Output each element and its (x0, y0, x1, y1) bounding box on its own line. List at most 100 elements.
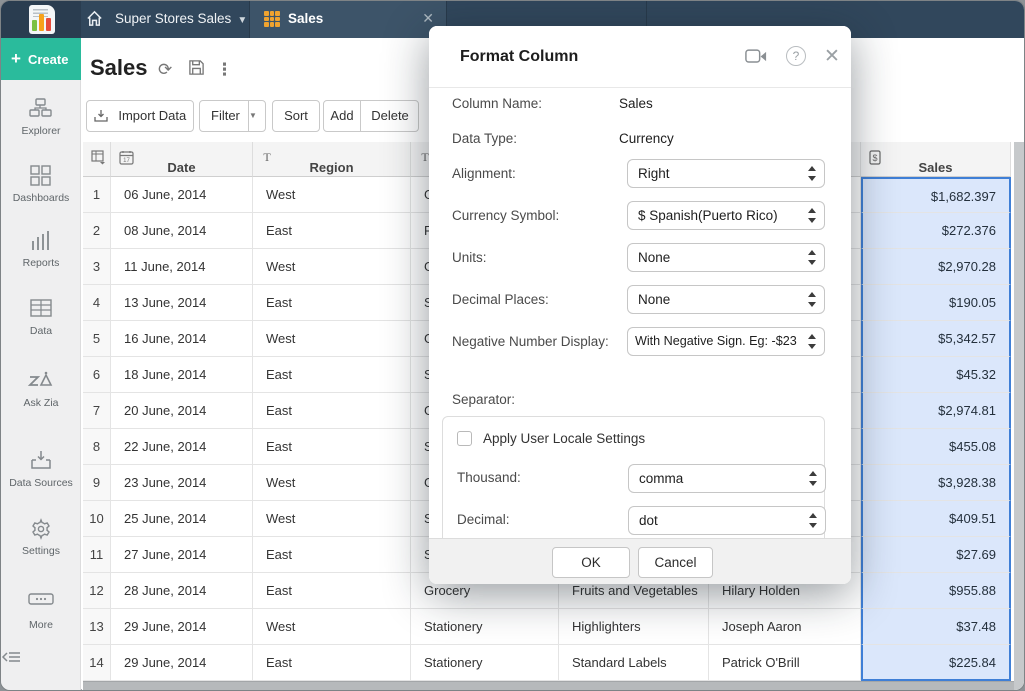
table-cell-region[interactable]: West (253, 177, 411, 213)
row-number[interactable]: 3 (83, 249, 111, 285)
help-icon[interactable]: ? (786, 46, 806, 66)
row-number[interactable]: 8 (83, 429, 111, 465)
table-cell-sales[interactable]: $3,928.38 (861, 465, 1011, 501)
table-cell-date[interactable]: 23 June, 2014 (111, 465, 253, 501)
save-icon[interactable] (188, 59, 205, 76)
thousand-select[interactable]: comma (628, 464, 826, 493)
table-cell-date[interactable]: 16 June, 2014 (111, 321, 253, 357)
row-number[interactable]: 13 (83, 609, 111, 645)
sidebar-item-more[interactable]: More (1, 591, 81, 631)
row-number[interactable]: 7 (83, 393, 111, 429)
table-cell-date[interactable]: 18 June, 2014 (111, 357, 253, 393)
table-cell-sales[interactable]: $2,974.81 (861, 393, 1011, 429)
app-logo[interactable] (1, 1, 81, 38)
table-cell-region[interactable]: East (253, 537, 411, 573)
table-cell-sales[interactable]: $2,970.28 (861, 249, 1011, 285)
table-cell-sales[interactable]: $27.69 (861, 537, 1011, 573)
table-cell-sales[interactable]: $190.05 (861, 285, 1011, 321)
close-icon[interactable]: ✕ (824, 45, 840, 68)
table-cell-date[interactable]: 20 June, 2014 (111, 393, 253, 429)
table-cell-region[interactable]: East (253, 573, 411, 609)
sidebar-item-ask-zia[interactable]: Ask Zia (1, 369, 81, 409)
table-cell-sales[interactable]: $455.08 (861, 429, 1011, 465)
table-cell-sales[interactable]: $45.32 (861, 357, 1011, 393)
table-cell-date[interactable]: 11 June, 2014 (111, 249, 253, 285)
table-cell-date[interactable]: 29 June, 2014 (111, 609, 253, 645)
table-cell-customer[interactable]: Patrick O'Brill (709, 645, 861, 681)
table-cell-product[interactable]: Standard Labels (559, 645, 709, 681)
video-help-icon[interactable] (745, 49, 767, 64)
sort-button[interactable]: Sort (272, 100, 320, 132)
table-cell-category[interactable]: Stationery (411, 609, 559, 645)
home-icon[interactable] (85, 9, 104, 28)
table-cell-date[interactable]: 22 June, 2014 (111, 429, 253, 465)
row-number[interactable]: 10 (83, 501, 111, 537)
table-cell-region[interactable]: West (253, 609, 411, 645)
table-cell-date[interactable]: 29 June, 2014 (111, 645, 253, 681)
import-data-button[interactable]: Import Data (86, 100, 194, 132)
negative-number-display-select[interactable]: With Negative Sign. Eg: -$23 (627, 327, 825, 356)
table-cell-region[interactable]: East (253, 213, 411, 249)
locale-settings-checkbox[interactable] (457, 431, 472, 446)
row-number[interactable]: 2 (83, 213, 111, 249)
table-cell-region[interactable]: East (253, 645, 411, 681)
table-cell-sales[interactable]: $225.84 (861, 645, 1011, 681)
table-cell-sales[interactable]: $409.51 (861, 501, 1011, 537)
table-cell-region[interactable]: East (253, 429, 411, 465)
sidebar-item-reports[interactable]: Reports (1, 229, 81, 269)
table-cell-date[interactable]: 27 June, 2014 (111, 537, 253, 573)
row-number[interactable]: 5 (83, 321, 111, 357)
table-cell-category[interactable]: Stationery (411, 645, 559, 681)
decimal-places-select[interactable]: None (627, 285, 825, 314)
table-cell-sales[interactable]: $955.88 (861, 573, 1011, 609)
delete-button[interactable]: Delete (361, 101, 419, 131)
table-cell-date[interactable]: 28 June, 2014 (111, 573, 253, 609)
table-cell-region[interactable]: East (253, 393, 411, 429)
table-cell-date[interactable]: 25 June, 2014 (111, 501, 253, 537)
currency-symbol-select[interactable]: $ Spanish(Puerto Rico) (627, 201, 825, 230)
table-cell-date[interactable]: 06 June, 2014 (111, 177, 253, 213)
column-header-date[interactable]: 17Date (111, 142, 253, 177)
row-number[interactable]: 9 (83, 465, 111, 501)
table-cell-customer[interactable]: Joseph Aaron (709, 609, 861, 645)
table-cell-sales[interactable]: $37.48 (861, 609, 1011, 645)
add-button[interactable]: Add (324, 101, 360, 131)
ok-button[interactable]: OK (552, 547, 630, 578)
row-number[interactable]: 11 (83, 537, 111, 573)
sidebar-item-data[interactable]: Data (1, 297, 81, 337)
sidebar-item-explorer[interactable]: Explorer (1, 97, 81, 137)
table-cell-sales[interactable]: $5,342.57 (861, 321, 1011, 357)
row-number[interactable]: 12 (83, 573, 111, 609)
table-cell-date[interactable]: 13 June, 2014 (111, 285, 253, 321)
column-header-region[interactable]: TRegion (253, 142, 411, 177)
table-cell-region[interactable]: East (253, 285, 411, 321)
sidebar-item-data-sources[interactable]: Data Sources (1, 449, 81, 489)
column-header-sales[interactable]: $Sales (861, 142, 1011, 177)
row-number[interactable]: 1 (83, 177, 111, 213)
table-cell-region[interactable]: West (253, 321, 411, 357)
refresh-icon[interactable]: ⟳ (158, 60, 172, 80)
decimal-select[interactable]: dot (628, 506, 826, 535)
row-number[interactable]: 6 (83, 357, 111, 393)
table-cell-region[interactable]: West (253, 465, 411, 501)
table-cell-region[interactable]: West (253, 501, 411, 537)
tab-close-icon[interactable]: ✕ (422, 10, 434, 27)
filter-button[interactable]: Filter ▼ (199, 100, 266, 132)
row-number[interactable]: 14 (83, 645, 111, 681)
sidebar-item-dashboards[interactable]: Dashboards (1, 164, 81, 204)
tab-sales[interactable]: Sales ✕ (249, 1, 447, 38)
collapse-sidebar-icon[interactable] (1, 649, 81, 665)
table-cell-product[interactable]: Highlighters (559, 609, 709, 645)
row-number[interactable]: 4 (83, 285, 111, 321)
table-cell-date[interactable]: 08 June, 2014 (111, 213, 253, 249)
kebab-menu-icon[interactable]: ⋮ (216, 60, 233, 80)
column-header-num[interactable] (83, 142, 111, 177)
create-button[interactable]: + Create (1, 38, 81, 80)
sidebar-item-settings[interactable]: Settings (1, 517, 81, 557)
table-cell-region[interactable]: West (253, 249, 411, 285)
filter-dropdown-icon[interactable]: ▼ (248, 101, 265, 131)
alignment-select[interactable]: Right (627, 159, 825, 188)
table-cell-sales[interactable]: $272.376 (861, 213, 1011, 249)
units-select[interactable]: None (627, 243, 825, 272)
cancel-button[interactable]: Cancel (638, 547, 713, 578)
